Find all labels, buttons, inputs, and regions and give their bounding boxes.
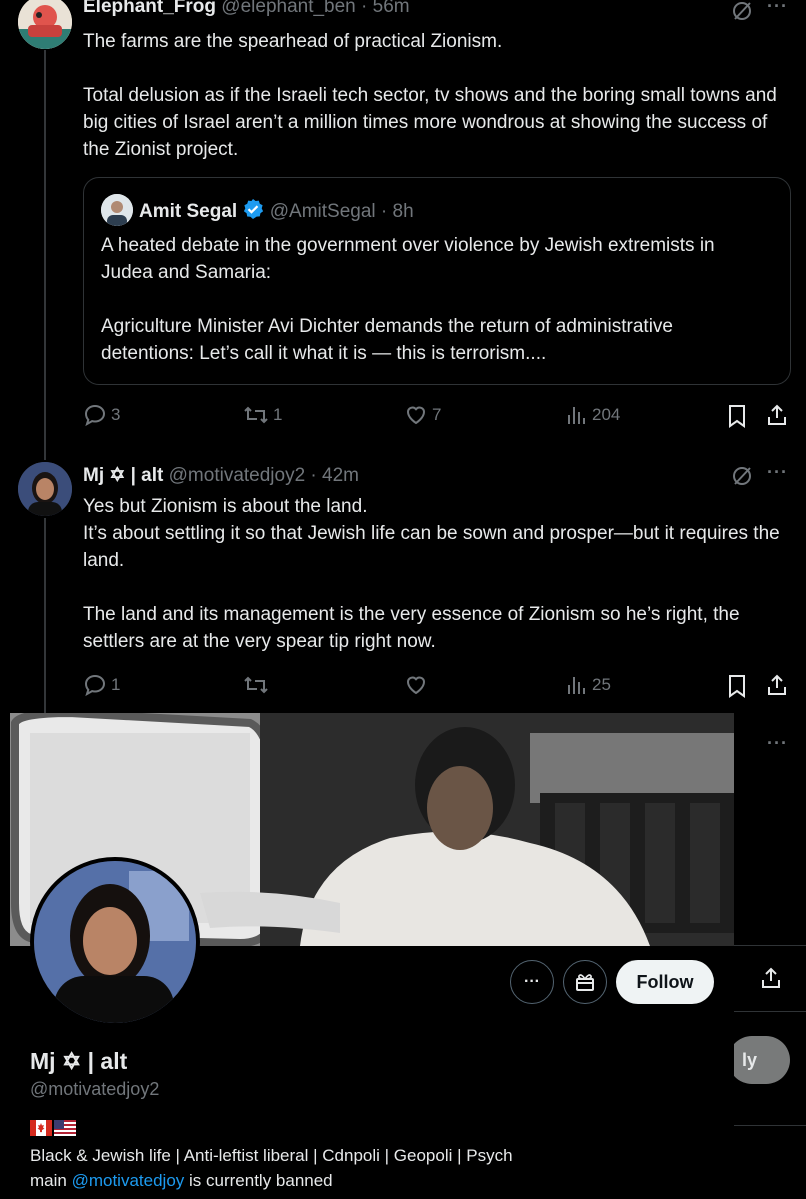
more-button[interactable]: ···: [510, 960, 554, 1004]
reply-button[interactable]: 1: [83, 673, 120, 697]
like-button[interactable]: [404, 673, 432, 697]
thread-line: [44, 518, 46, 713]
profile-hover-card: ··· Follow Mj ✡︎ | alt @motivatedjoy2 🇨🇦…: [10, 713, 734, 1199]
quote-paragraph: A heated debate in the government over v…: [101, 235, 715, 283]
quote-avatar: [101, 194, 133, 226]
bio-line: main @motivatedjoy is currently banned: [30, 1168, 720, 1193]
gift-icon: [574, 971, 596, 993]
tweet-header: Elephant_Frog @elephant_ben · 56m: [83, 0, 410, 18]
views-button[interactable]: 204: [566, 403, 620, 427]
follow-label: Follow: [636, 971, 694, 992]
reply-submit-button[interactable]: ly: [728, 1036, 790, 1084]
repost-icon: [243, 403, 269, 427]
more-icon[interactable]: ···: [767, 462, 788, 483]
reply-icon: [83, 403, 107, 427]
profile-handle[interactable]: @motivatedjoy2: [30, 1079, 159, 1100]
bio-text: main: [30, 1171, 72, 1190]
quote-paragraph: Agriculture Minister Avi Dichter demands…: [101, 316, 674, 364]
avatar[interactable]: [18, 0, 72, 49]
repost-button[interactable]: [243, 673, 273, 697]
quote-display-name: Amit Segal: [139, 201, 238, 222]
tweet-header: Mj ✡︎ | alt @motivatedjoy2 · 42m: [83, 464, 359, 487]
tweet-paragraph: The farms are the spearhead of practical…: [83, 31, 503, 52]
tweet-paragraph: Total delusion as if the Israeli tech se…: [83, 85, 777, 160]
share-icon[interactable]: [759, 966, 783, 990]
gift-button[interactable]: [563, 960, 607, 1004]
divider: [734, 945, 806, 946]
profile-avatar[interactable]: [30, 857, 200, 1027]
reply-icon: [83, 673, 107, 697]
reply-count: 3: [111, 405, 121, 424]
more-icon[interactable]: ···: [767, 0, 788, 17]
more-icon: ···: [524, 973, 540, 990]
quote-text: A heated debate in the government over v…: [101, 232, 771, 367]
avatar[interactable]: [18, 462, 72, 516]
handle-time[interactable]: @elephant_ben · 56m: [221, 0, 409, 17]
canada-flag-icon: [30, 1120, 52, 1141]
follow-button[interactable]: Follow: [616, 960, 714, 1004]
handle-time[interactable]: @motivatedjoy2 · 42m: [169, 465, 359, 486]
bio-line: Black & Jewish life | Anti-leftist liber…: [30, 1146, 513, 1165]
repost-count: 1: [273, 405, 283, 424]
repost-button[interactable]: 1: [243, 403, 282, 427]
display-name[interactable]: Mj ✡︎ | alt: [83, 465, 163, 486]
grok-icon[interactable]: [731, 0, 753, 22]
like-count: 7: [432, 405, 442, 424]
tweet-paragraph: It’s about settling it so that Jewish li…: [83, 523, 780, 571]
usa-flag-icon: [54, 1120, 76, 1141]
verified-badge-icon: [242, 198, 264, 226]
reply-button[interactable]: 3: [83, 403, 120, 427]
tweet-text: Yes but Zionism is about the land. It’s …: [83, 493, 783, 655]
divider: [734, 1125, 806, 1126]
thread-line: [44, 50, 46, 460]
divider: [734, 1011, 806, 1012]
bookmark-icon[interactable]: [726, 404, 748, 428]
quote-handle-time: @AmitSegal · 8h: [269, 201, 414, 222]
like-button[interactable]: 7: [404, 403, 441, 427]
bio-text: is currently banned: [184, 1171, 333, 1190]
reply-submit-label: ly: [742, 1050, 758, 1070]
views-icon: [566, 673, 588, 697]
tweet-paragraph: Yes but Zionism is about the land.: [83, 496, 368, 517]
profile-bio: Black & Jewish life | Anti-leftist liber…: [30, 1143, 720, 1193]
heart-icon: [404, 673, 428, 697]
views-button[interactable]: 25: [566, 673, 611, 697]
tweet-paragraph: The land and its management is the very …: [83, 604, 740, 652]
profile-display-name[interactable]: Mj ✡︎ | alt: [30, 1048, 127, 1075]
repost-icon: [243, 673, 269, 697]
views-count: 204: [592, 405, 621, 424]
bio-mention-link[interactable]: @motivatedjoy: [72, 1171, 185, 1190]
views-icon: [566, 403, 588, 427]
tweet-text: The farms are the spearhead of practical…: [83, 28, 783, 163]
share-icon[interactable]: [765, 403, 789, 427]
grok-icon[interactable]: [731, 465, 753, 487]
heart-icon: [404, 403, 428, 427]
display-name[interactable]: Elephant_Frog: [83, 0, 216, 17]
reply-count: 1: [111, 675, 121, 694]
views-count: 25: [592, 675, 611, 694]
bookmark-icon[interactable]: [726, 674, 748, 698]
quote-header: Amit Segal @AmitSegal · 8h: [139, 198, 414, 226]
share-icon[interactable]: [765, 673, 789, 697]
more-icon[interactable]: ···: [767, 733, 788, 754]
flags: [30, 1120, 76, 1141]
